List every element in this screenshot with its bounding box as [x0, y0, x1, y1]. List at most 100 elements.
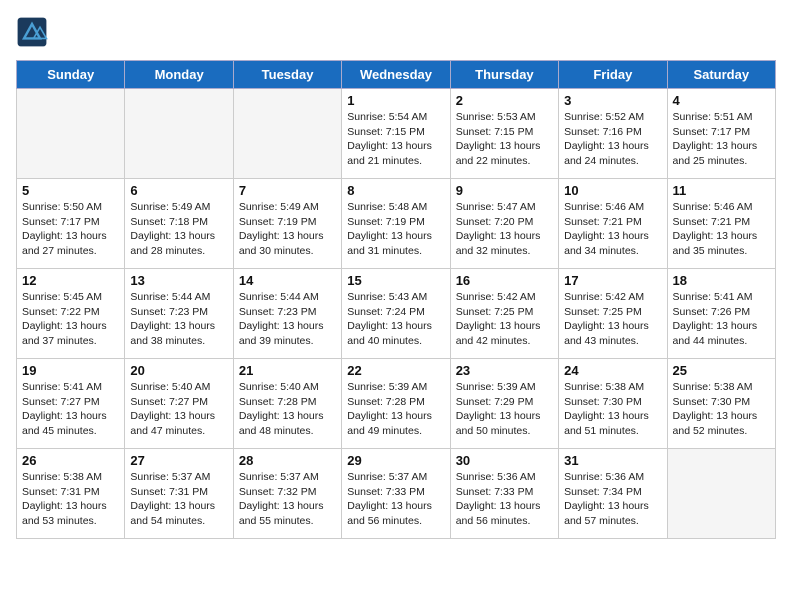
day-number: 9 [456, 183, 553, 198]
calendar-cell: 16 Sunrise: 5:42 AM Sunset: 7:25 PM Dayli… [450, 269, 558, 359]
col-header-tuesday: Tuesday [233, 61, 341, 89]
calendar-cell: 10Sunrise: 5:46 AM Sunset: 7:21 PM Dayli… [559, 179, 667, 269]
calendar-table: SundayMondayTuesdayWednesdayThursdayFrid… [16, 60, 776, 539]
day-info: Sunrise: 5:37 AM Sunset: 7:33 PM Dayligh… [347, 470, 444, 529]
col-header-sunday: Sunday [17, 61, 125, 89]
day-number: 28 [239, 453, 336, 468]
day-number: 24 [564, 363, 661, 378]
calendar-cell: 29 Sunrise: 5:37 AM Sunset: 7:33 PM Dayli… [342, 449, 450, 539]
day-number: 7 [239, 183, 336, 198]
calendar-cell: 30Sunrise: 5:36 AM Sunset: 7:33 PM Dayli… [450, 449, 558, 539]
day-info: Sunrise: 5:46 AM Sunset: 7:21 PM Dayligh… [673, 200, 770, 259]
calendar-cell: 17 Sunrise: 5:42 AM Sunset: 7:25 PM Dayli… [559, 269, 667, 359]
day-number: 29 [347, 453, 444, 468]
calendar-cell: 7 Sunrise: 5:49 AM Sunset: 7:19 PM Daylig… [233, 179, 341, 269]
day-info: Sunrise: 5:53 AM Sunset: 7:15 PM Dayligh… [456, 110, 553, 169]
day-info: Sunrise: 5:37 AM Sunset: 7:32 PM Dayligh… [239, 470, 336, 529]
day-number: 2 [456, 93, 553, 108]
day-number: 12 [22, 273, 119, 288]
calendar-cell: 8Sunrise: 5:48 AM Sunset: 7:19 PM Daylig… [342, 179, 450, 269]
day-info: Sunrise: 5:47 AM Sunset: 7:20 PM Dayligh… [456, 200, 553, 259]
day-info: Sunrise: 5:48 AM Sunset: 7:19 PM Dayligh… [347, 200, 444, 259]
calendar-cell: 19Sunrise: 5:41 AM Sunset: 7:27 PM Dayli… [17, 359, 125, 449]
calendar-cell [125, 89, 233, 179]
day-info: Sunrise: 5:39 AM Sunset: 7:28 PM Dayligh… [347, 380, 444, 439]
calendar-cell: 25 Sunrise: 5:38 AM Sunset: 7:30 PM Dayli… [667, 359, 775, 449]
col-header-monday: Monday [125, 61, 233, 89]
calendar-cell: 3 Sunrise: 5:52 AM Sunset: 7:16 PM Daylig… [559, 89, 667, 179]
day-info: Sunrise: 5:38 AM Sunset: 7:30 PM Dayligh… [564, 380, 661, 439]
day-number: 27 [130, 453, 227, 468]
col-header-saturday: Saturday [667, 61, 775, 89]
day-info: Sunrise: 5:37 AM Sunset: 7:31 PM Dayligh… [130, 470, 227, 529]
day-info: Sunrise: 5:44 AM Sunset: 7:23 PM Dayligh… [239, 290, 336, 349]
day-info: Sunrise: 5:50 AM Sunset: 7:17 PM Dayligh… [22, 200, 119, 259]
day-number: 6 [130, 183, 227, 198]
calendar-cell: 4 Sunrise: 5:51 AM Sunset: 7:17 PM Daylig… [667, 89, 775, 179]
day-info: Sunrise: 5:54 AM Sunset: 7:15 PM Dayligh… [347, 110, 444, 169]
calendar-cell: 1 Sunrise: 5:54 AM Sunset: 7:15 PM Daylig… [342, 89, 450, 179]
calendar-cell: 27 Sunrise: 5:37 AM Sunset: 7:31 PM Dayli… [125, 449, 233, 539]
day-info: Sunrise: 5:46 AM Sunset: 7:21 PM Dayligh… [564, 200, 661, 259]
calendar-cell: 23 Sunrise: 5:39 AM Sunset: 7:29 PM Dayli… [450, 359, 558, 449]
day-number: 14 [239, 273, 336, 288]
day-number: 4 [673, 93, 770, 108]
day-info: Sunrise: 5:36 AM Sunset: 7:33 PM Dayligh… [456, 470, 553, 529]
day-number: 13 [130, 273, 227, 288]
calendar-cell: 22 Sunrise: 5:39 AM Sunset: 7:28 PM Dayli… [342, 359, 450, 449]
day-info: Sunrise: 5:38 AM Sunset: 7:31 PM Dayligh… [22, 470, 119, 529]
day-info: Sunrise: 5:42 AM Sunset: 7:25 PM Dayligh… [456, 290, 553, 349]
calendar-cell: 9 Sunrise: 5:47 AM Sunset: 7:20 PM Daylig… [450, 179, 558, 269]
calendar-cell: 26 Sunrise: 5:38 AM Sunset: 7:31 PM Dayli… [17, 449, 125, 539]
day-number: 1 [347, 93, 444, 108]
day-info: Sunrise: 5:36 AM Sunset: 7:34 PM Dayligh… [564, 470, 661, 529]
day-info: Sunrise: 5:43 AM Sunset: 7:24 PM Dayligh… [347, 290, 444, 349]
day-number: 19 [22, 363, 119, 378]
day-info: Sunrise: 5:40 AM Sunset: 7:27 PM Dayligh… [130, 380, 227, 439]
calendar-cell: 31 Sunrise: 5:36 AM Sunset: 7:34 PM Dayli… [559, 449, 667, 539]
calendar-cell: 20 Sunrise: 5:40 AM Sunset: 7:27 PM Dayli… [125, 359, 233, 449]
day-info: Sunrise: 5:49 AM Sunset: 7:18 PM Dayligh… [130, 200, 227, 259]
calendar-cell: 2 Sunrise: 5:53 AM Sunset: 7:15 PM Daylig… [450, 89, 558, 179]
day-info: Sunrise: 5:45 AM Sunset: 7:22 PM Dayligh… [22, 290, 119, 349]
col-header-thursday: Thursday [450, 61, 558, 89]
day-info: Sunrise: 5:52 AM Sunset: 7:16 PM Dayligh… [564, 110, 661, 169]
col-header-friday: Friday [559, 61, 667, 89]
day-number: 3 [564, 93, 661, 108]
calendar-cell: 6 Sunrise: 5:49 AM Sunset: 7:18 PM Daylig… [125, 179, 233, 269]
calendar-cell: 28 Sunrise: 5:37 AM Sunset: 7:32 PM Dayli… [233, 449, 341, 539]
day-number: 20 [130, 363, 227, 378]
day-number: 17 [564, 273, 661, 288]
day-number: 16 [456, 273, 553, 288]
calendar-cell: 11 Sunrise: 5:46 AM Sunset: 7:21 PM Dayli… [667, 179, 775, 269]
day-number: 15 [347, 273, 444, 288]
calendar-cell: 13 Sunrise: 5:44 AM Sunset: 7:23 PM Dayli… [125, 269, 233, 359]
day-number: 11 [673, 183, 770, 198]
day-info: Sunrise: 5:40 AM Sunset: 7:28 PM Dayligh… [239, 380, 336, 439]
day-info: Sunrise: 5:41 AM Sunset: 7:26 PM Dayligh… [673, 290, 770, 349]
day-number: 5 [22, 183, 119, 198]
logo-icon [16, 16, 48, 48]
day-number: 25 [673, 363, 770, 378]
calendar-cell: 12 Sunrise: 5:45 AM Sunset: 7:22 PM Dayli… [17, 269, 125, 359]
day-number: 23 [456, 363, 553, 378]
calendar-cell: 15 Sunrise: 5:43 AM Sunset: 7:24 PM Dayli… [342, 269, 450, 359]
day-info: Sunrise: 5:49 AM Sunset: 7:19 PM Dayligh… [239, 200, 336, 259]
day-info: Sunrise: 5:39 AM Sunset: 7:29 PM Dayligh… [456, 380, 553, 439]
calendar-cell: 14 Sunrise: 5:44 AM Sunset: 7:23 PM Dayli… [233, 269, 341, 359]
calendar-cell [17, 89, 125, 179]
calendar-cell [667, 449, 775, 539]
day-info: Sunrise: 5:42 AM Sunset: 7:25 PM Dayligh… [564, 290, 661, 349]
day-number: 22 [347, 363, 444, 378]
calendar-cell: 18Sunrise: 5:41 AM Sunset: 7:26 PM Dayli… [667, 269, 775, 359]
day-info: Sunrise: 5:44 AM Sunset: 7:23 PM Dayligh… [130, 290, 227, 349]
calendar-cell: 21 Sunrise: 5:40 AM Sunset: 7:28 PM Dayli… [233, 359, 341, 449]
logo [16, 16, 52, 48]
day-info: Sunrise: 5:51 AM Sunset: 7:17 PM Dayligh… [673, 110, 770, 169]
day-number: 21 [239, 363, 336, 378]
calendar-cell: 5 Sunrise: 5:50 AM Sunset: 7:17 PM Daylig… [17, 179, 125, 269]
day-info: Sunrise: 5:38 AM Sunset: 7:30 PM Dayligh… [673, 380, 770, 439]
calendar-cell [233, 89, 341, 179]
day-number: 31 [564, 453, 661, 468]
day-number: 26 [22, 453, 119, 468]
